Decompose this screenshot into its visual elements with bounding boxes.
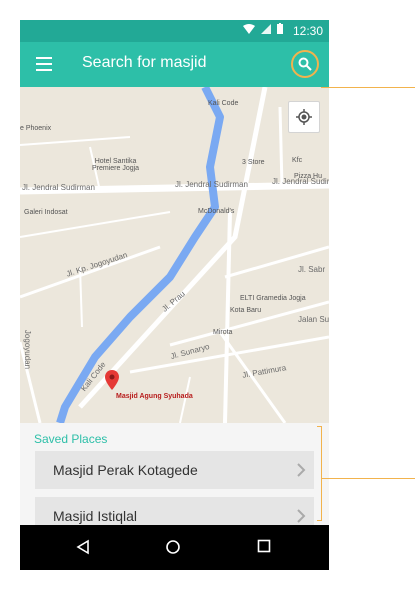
saved-places-title: Saved Places [34, 432, 108, 446]
chevron-right-icon [297, 509, 306, 523]
map-label-kali-code: Kali Code [208, 100, 239, 107]
map-label-hotel: Hotel Santika Premiere Jogja [92, 158, 140, 172]
search-icon [298, 57, 312, 71]
saved-places-panel: Saved Places Masjid Perak Kotagede Masji… [20, 423, 329, 535]
app-bar: Search for masjid [20, 42, 329, 87]
map-label-phoenix: e Phoenix [20, 125, 52, 132]
battery-icon [277, 23, 283, 34]
search-button[interactable] [291, 50, 319, 78]
road-label-sudirman-left: Jl. Jendral Sudirman [22, 183, 95, 192]
wifi-icon [243, 23, 255, 34]
menu-icon[interactable] [36, 57, 52, 71]
map-label-mirota: Mirota [213, 329, 233, 336]
road-label-jogoyudan-v: Jogoyudan [23, 329, 33, 370]
map-label-3-store: 3 Store [242, 159, 265, 166]
saved-place-label: Masjid Istiqlal [53, 508, 138, 524]
status-bar: 12:30 [20, 20, 329, 42]
recents-icon[interactable] [257, 539, 271, 553]
road-label-jalan-su: Jalan Su [298, 315, 329, 324]
chevron-right-icon [297, 463, 306, 477]
home-icon[interactable] [165, 539, 181, 555]
phone-screen: 12:30 Search for masjid Kali Code e Phoe… [20, 20, 329, 570]
search-callout-line [321, 87, 415, 88]
search-title[interactable]: Search for masjid [82, 54, 207, 72]
map-label-elti: ELTI Gramedia Jogja [240, 295, 306, 302]
signal-icon [261, 23, 271, 34]
my-location-button[interactable] [288, 101, 320, 133]
saved-place-item[interactable]: Masjid Perak Kotagede [35, 451, 314, 489]
status-icons [243, 23, 283, 34]
road-label-sabr: Jl. Sabr [298, 265, 326, 274]
saved-place-label: Masjid Perak Kotagede [53, 462, 198, 478]
saved-places-callout-line [322, 478, 415, 479]
road-label-sudirman-mid: Jl. Jendral Sudirman [175, 180, 248, 189]
back-icon[interactable] [76, 539, 90, 555]
map-label-mcdonalds: McDonald's [198, 208, 235, 215]
map-label-galeri: Galeri Indosat [24, 209, 68, 216]
nav-bar [20, 525, 329, 570]
map-view[interactable]: Kali Code e Phoenix Hotel Santika Premie… [20, 87, 329, 423]
road-label-sudirman-right: Jl. Jendral Sudirman [272, 177, 329, 186]
crosshair-icon [296, 109, 312, 125]
map-label-kota-baru: Kota Baru [230, 307, 262, 314]
saved-places-bracket [317, 426, 322, 521]
map-label-kfc: Kfc [292, 157, 303, 164]
map-label-masjid-agung: Masjid Agung Syuhada [116, 393, 193, 400]
status-time: 12:30 [292, 24, 323, 38]
map-pin-icon[interactable] [105, 370, 119, 390]
